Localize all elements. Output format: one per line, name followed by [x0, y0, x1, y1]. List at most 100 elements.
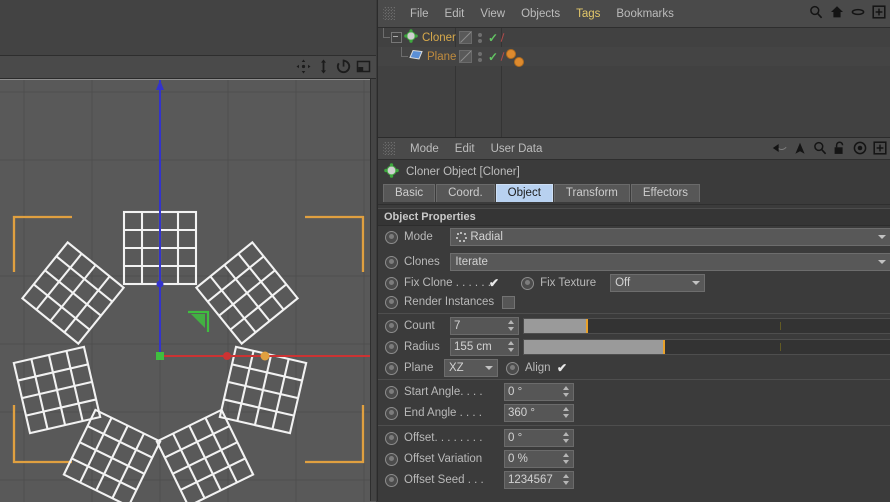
cloner-object-icon [384, 162, 399, 181]
end-angle-stepper-icon[interactable] [563, 406, 570, 419]
home-icon[interactable] [829, 4, 844, 20]
visibility-toggle-icon[interactable] [459, 50, 472, 63]
offset-seed-input[interactable]: 1234567 [504, 471, 574, 489]
divider [378, 313, 890, 314]
start-angle-input[interactable]: 0 ° [504, 383, 574, 401]
offset-stepper-icon[interactable] [563, 431, 570, 444]
enable-check-icon[interactable]: ✓ [488, 32, 498, 44]
align-label: Align [525, 362, 551, 374]
search-icon[interactable] [812, 140, 827, 156]
viewport-canvas[interactable] [0, 79, 376, 502]
end-angle-radio-icon[interactable] [385, 406, 398, 420]
fix-clone-radio-icon[interactable] [385, 276, 398, 290]
tab-object[interactable]: Object [495, 184, 553, 202]
end-angle-label: End Angle . . . . [404, 407, 482, 419]
fix-texture-radio-icon[interactable] [521, 276, 535, 290]
radius-stepper-icon[interactable] [507, 340, 515, 353]
plane-radio-icon[interactable] [385, 361, 398, 375]
viewport-scrollbar[interactable] [370, 79, 376, 501]
count-slider[interactable] [522, 318, 890, 334]
ellipse-icon[interactable] [850, 4, 865, 20]
object-name-cloner[interactable]: Cloner [422, 32, 456, 44]
count-stepper-icon[interactable] [507, 319, 515, 332]
target-icon[interactable] [852, 140, 867, 156]
radius-slider[interactable] [522, 339, 890, 355]
field-row-clones: Clones Iterate [378, 252, 890, 272]
menu-view[interactable]: View [472, 6, 513, 22]
tree-branch-icon [378, 28, 391, 47]
expander-icon[interactable] [391, 32, 402, 43]
offset-seed-value: 1234567 [508, 474, 553, 486]
clones-radio-icon[interactable] [385, 255, 398, 269]
maximize-view-icon[interactable] [355, 58, 372, 75]
count-radio-icon[interactable] [385, 319, 398, 333]
offset-variation-input[interactable]: 0 % [504, 450, 574, 468]
visibility-toggle-icon[interactable] [459, 31, 472, 44]
clones-dropdown[interactable]: Iterate [450, 253, 890, 271]
fix-texture-dropdown[interactable]: Off [610, 274, 706, 292]
back-arrow-icon[interactable] [772, 140, 787, 156]
fix-clone-checkbox[interactable]: ✔ [489, 277, 499, 289]
offset-seed-radio-icon[interactable] [385, 473, 398, 487]
cloner-object-icon [404, 29, 418, 46]
count-input[interactable]: 7 [450, 317, 519, 335]
panel-grip-icon[interactable] [383, 7, 395, 20]
mode-dropdown[interactable]: Radial [450, 228, 890, 246]
tab-transform[interactable]: Transform [553, 184, 630, 202]
visibility-dots-icon[interactable] [476, 32, 484, 44]
divider [378, 379, 890, 380]
render-instances-checkbox[interactable] [502, 295, 515, 309]
dolly-camera-icon[interactable] [315, 58, 332, 75]
offset-radio-icon[interactable] [385, 431, 398, 445]
object-manager-menubar: File Edit View Objects Tags Bookmarks [378, 0, 890, 28]
offset-variation-radio-icon[interactable] [385, 452, 398, 466]
axis-gizmo [156, 80, 376, 361]
start-angle-radio-icon[interactable] [385, 385, 398, 399]
align-radio-icon[interactable] [506, 361, 519, 375]
table-row[interactable]: Cloner ✓ [378, 28, 890, 47]
tab-basic[interactable]: Basic [383, 184, 436, 202]
table-row[interactable]: Plane ✓ [378, 47, 890, 67]
tab-underline [378, 204, 890, 205]
rotate-camera-icon[interactable] [335, 58, 352, 75]
object-tree[interactable]: Cloner ✓ Plane ✓ [378, 28, 890, 138]
menu-tags[interactable]: Tags [568, 6, 608, 22]
object-name-plane[interactable]: Plane [427, 51, 456, 63]
radius-input[interactable]: 155 cm [450, 338, 519, 356]
offset-seed-stepper-icon[interactable] [563, 473, 570, 486]
fix-clone-label: Fix Clone . . . . . . [404, 277, 491, 289]
field-row-count: Count 7 [378, 316, 890, 336]
menu-file[interactable]: File [402, 6, 437, 22]
menu-mode[interactable]: Mode [402, 141, 447, 157]
align-checkbox[interactable]: ✔ [557, 362, 567, 374]
menu-edit[interactable]: Edit [447, 141, 483, 157]
offset-variation-stepper-icon[interactable] [563, 452, 570, 465]
add-box-icon[interactable] [871, 4, 886, 20]
panel-grip-icon[interactable] [383, 142, 395, 155]
up-arrow-icon[interactable] [792, 140, 807, 156]
enable-check-icon[interactable]: ✓ [488, 51, 498, 63]
radius-label: Radius [404, 341, 440, 353]
unlock-icon[interactable] [832, 140, 847, 156]
field-row-end-angle: End Angle . . . . 360 ° [378, 403, 890, 423]
clones-value: Iterate [455, 256, 488, 268]
menu-user-data[interactable]: User Data [483, 141, 551, 157]
visibility-dots-icon[interactable] [476, 51, 484, 63]
add-box-icon[interactable] [872, 140, 887, 156]
mode-radio-icon[interactable] [385, 230, 398, 244]
menu-bookmarks[interactable]: Bookmarks [608, 6, 682, 22]
start-angle-stepper-icon[interactable] [563, 385, 570, 398]
radius-radio-icon[interactable] [385, 340, 398, 354]
menu-objects[interactable]: Objects [513, 6, 568, 22]
chevron-down-icon [692, 281, 701, 285]
search-icon[interactable] [808, 4, 823, 20]
plane-dropdown[interactable]: XZ [444, 359, 498, 377]
offset-input[interactable]: 0 ° [504, 429, 574, 447]
render-instances-radio-icon[interactable] [385, 295, 398, 309]
end-angle-input[interactable]: 360 ° [504, 404, 574, 422]
tab-effectors[interactable]: Effectors [630, 184, 701, 202]
mode-value: Radial [470, 231, 503, 243]
menu-edit[interactable]: Edit [437, 6, 473, 22]
tab-coord[interactable]: Coord. [436, 184, 495, 202]
move-camera-icon[interactable] [295, 58, 312, 75]
